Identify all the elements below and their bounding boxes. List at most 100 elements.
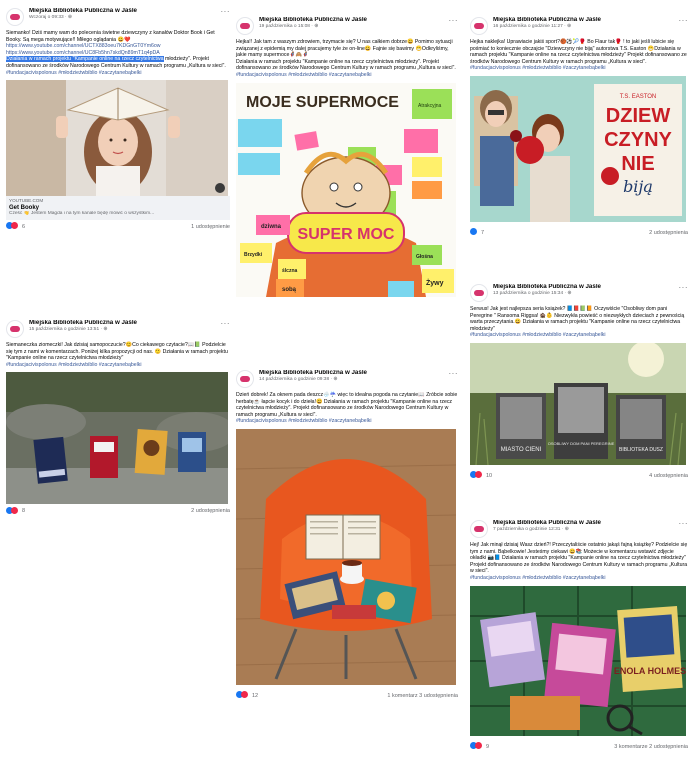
post-footer: 8 2 udostępnienia bbox=[6, 504, 230, 518]
project-note: Działania w ramach projektu "Kampanie on… bbox=[236, 58, 456, 72]
love-icon bbox=[475, 471, 482, 479]
youtube-link[interactable]: https://www.youtube.com/channel/UCTX883o… bbox=[6, 43, 230, 50]
love-icon bbox=[475, 742, 482, 750]
video-thumbnail[interactable] bbox=[6, 80, 228, 197]
hashtags[interactable]: #fundacjacivispolonus #młodzieżwbiblio #… bbox=[236, 72, 458, 79]
post-date[interactable]: 13 października o godzinie 15:34 · ⊕ bbox=[493, 291, 674, 297]
library-logo-icon bbox=[10, 326, 20, 332]
books-in-grass-photo: MIASTO CIENI OSOBLIWY DOM PANI PEREGRINE… bbox=[470, 342, 686, 465]
page-avatar[interactable] bbox=[236, 370, 254, 388]
reactions[interactable]: 9 bbox=[470, 742, 489, 751]
library-logo-icon bbox=[10, 14, 20, 20]
reaction-count: 8 bbox=[22, 508, 26, 515]
page-avatar[interactable] bbox=[470, 520, 488, 538]
post-footer: 9 3 komentarze 2 udostępnienia bbox=[470, 740, 688, 754]
post-message: Siemanko! Dziś mamy wam do polecenia świ… bbox=[6, 30, 215, 43]
link-description: Cześć 👋 Jestem Magda i na tym kanale będ… bbox=[9, 211, 155, 217]
more-options-icon[interactable]: ··· bbox=[449, 17, 459, 25]
sticky-note: dziwna bbox=[261, 224, 282, 230]
sticky-note: Brzydki bbox=[244, 252, 263, 258]
comments-and-shares[interactable]: 3 komentarze 2 udostępnienia bbox=[614, 744, 688, 750]
post-date[interactable]: 16 października o godzinie 11:27 · ⊕ bbox=[493, 24, 674, 30]
post-date[interactable]: 19 października o 15:08 · ⊕ bbox=[259, 24, 444, 30]
post-photo[interactable]: T.S. EASTON DZIEW CZYNY NIE biją bbox=[470, 75, 686, 222]
comments-and-shares[interactable]: 1 komentarz 3 udostępnienia bbox=[387, 693, 458, 699]
post-message: Dzień dobrek! Za oknem pada deszcz🌧️☔ wi… bbox=[236, 392, 458, 418]
post-date[interactable]: 14 października o godzinie 09:38 · ⊕ bbox=[259, 377, 444, 383]
post-text: Serwus! Jak jest najlepsza seria książek… bbox=[470, 306, 688, 339]
page-name[interactable]: Miejska Biblioteka Publiczna w Jaśle bbox=[259, 17, 444, 23]
page-avatar[interactable] bbox=[6, 8, 24, 26]
hashtags[interactable]: #fundacjacivispolonus #młodzieżwbiblio #… bbox=[6, 70, 230, 77]
post-header: Miejska Biblioteka Publiczna w Jaśle 7 p… bbox=[470, 520, 688, 542]
hashtags[interactable]: #fundacjacivispolonus #młodzieżwbiblio #… bbox=[470, 65, 688, 72]
post-photo[interactable] bbox=[236, 428, 456, 685]
share-count[interactable]: 1 udostępnienie bbox=[191, 224, 230, 230]
reactions[interactable]: 10 bbox=[470, 471, 492, 480]
more-options-icon[interactable]: ··· bbox=[679, 284, 689, 292]
share-count[interactable]: 2 udostępnienia bbox=[649, 230, 688, 236]
post-photo[interactable]: ENOLA HOLMES bbox=[470, 585, 686, 736]
post-card: Miejska Biblioteka Publiczna w Jaśle 19 … bbox=[236, 17, 458, 337]
armchair-with-books-photo bbox=[236, 428, 456, 685]
more-options-icon[interactable]: ··· bbox=[449, 370, 459, 378]
like-icon bbox=[470, 228, 477, 236]
post-text: Hejka naklejka! Uprawiacie jakiś sport?🏀… bbox=[470, 39, 688, 72]
post-photo[interactable]: MOJE SUPERMOCE Atrakcyjna SUPER MOC dziw… bbox=[236, 82, 456, 297]
page-avatar[interactable] bbox=[6, 320, 24, 338]
more-options-icon[interactable]: ··· bbox=[679, 520, 689, 528]
post-header: Miejska Biblioteka Publiczna w Jaśle 15 … bbox=[6, 320, 230, 342]
post-date[interactable]: 15 października o godzinie 13:51 · ⊕ bbox=[29, 327, 216, 333]
youtube-link[interactable]: https://www.youtube.com/channel/UC8Fb5hn… bbox=[6, 50, 230, 57]
link-preview[interactable]: YOUTUBE.COM Get Booky Cześć 👋 Jestem Mag… bbox=[6, 196, 230, 220]
page-name[interactable]: Miejska Biblioteka Publiczna w Jaśle bbox=[493, 520, 674, 526]
page-name[interactable]: Miejska Biblioteka Publiczna w Jaśle bbox=[493, 284, 674, 290]
more-options-icon[interactable]: ··· bbox=[679, 17, 689, 25]
page-avatar[interactable] bbox=[236, 17, 254, 35]
page-avatar[interactable] bbox=[470, 17, 488, 35]
reaction-count: 9 bbox=[486, 743, 490, 750]
post-text: Siemanko! Dziś mamy wam do polecenia świ… bbox=[6, 30, 230, 76]
post-text: Hejka!! Jak tam z waszym zdrowiem, trzym… bbox=[236, 39, 458, 79]
post-text: Dzień dobrek! Za oknem pada deszcz🌧️☔ wi… bbox=[236, 392, 458, 425]
book-title: biją bbox=[623, 177, 653, 196]
page-name[interactable]: Miejska Biblioteka Publiczna w Jaśle bbox=[493, 17, 674, 23]
reactions[interactable]: 8 bbox=[6, 506, 26, 516]
book-title: OSOBLIWY DOM PANI PEREGRINE bbox=[548, 441, 615, 446]
post-footer: 12 1 komentarz 3 udostępnienia bbox=[236, 689, 458, 703]
share-count[interactable]: 4 udostępnienia bbox=[649, 473, 688, 479]
hashtags[interactable]: #fundacjacivispolonus #młodzieżwbiblio #… bbox=[6, 362, 230, 369]
more-options-icon[interactable]: ··· bbox=[221, 8, 231, 16]
poster-center-text: SUPER MOC bbox=[298, 226, 395, 243]
page-name[interactable]: Miejska Biblioteka Publiczna w Jaśle bbox=[259, 370, 444, 376]
book-title: CZYNY bbox=[604, 129, 672, 151]
page-avatar[interactable] bbox=[470, 284, 488, 302]
hashtags[interactable]: #fundacjacivispolonus #młodzieżwbiblio #… bbox=[470, 575, 688, 582]
books-on-rocks-photo bbox=[6, 372, 228, 505]
reactions[interactable]: 6 bbox=[6, 222, 25, 231]
post-card: Miejska Biblioteka Publiczna w Jaśle 13 … bbox=[470, 284, 688, 504]
sticky-note: Atrakcyjna bbox=[418, 103, 442, 109]
books-on-crates-photo: ENOLA HOLMES bbox=[470, 585, 686, 736]
post-header: Miejska Biblioteka Publiczna w Jaśle Wcz… bbox=[6, 8, 230, 30]
reaction-count: 12 bbox=[252, 692, 259, 699]
post-header: Miejska Biblioteka Publiczna w Jaśle 19 … bbox=[236, 17, 458, 39]
page-name[interactable]: Miejska Biblioteka Publiczna w Jaśle bbox=[29, 320, 216, 326]
library-logo-icon bbox=[474, 526, 484, 532]
post-photo[interactable]: MIASTO CIENI OSOBLIWY DOM PANI PEREGRINE… bbox=[470, 342, 686, 465]
share-count[interactable]: 2 udostępnienia bbox=[191, 508, 230, 514]
page-name[interactable]: Miejska Biblioteka Publiczna w Jaśle bbox=[29, 8, 216, 14]
post-date[interactable]: Wczoraj o 09:33 · ⊕ bbox=[29, 15, 216, 21]
post-date[interactable]: 7 października o godzinie 12:31 · ⊕ bbox=[493, 527, 674, 533]
post-text: Hej! Jak minął dzisiaj Wasz dzień?! Prze… bbox=[470, 542, 688, 582]
post-card: Miejska Biblioteka Publiczna w Jaśle 16 … bbox=[470, 17, 688, 272]
selected-text: Działania w ramach projektu "Kampanie on… bbox=[6, 56, 164, 63]
post-photo[interactable] bbox=[6, 372, 228, 505]
more-options-icon[interactable]: ··· bbox=[221, 320, 231, 328]
hashtags[interactable]: #fundacjacivispolonus #młodzieżwbiblio #… bbox=[236, 418, 458, 425]
hashtags[interactable]: #fundacjacivispolonus #młodzieżwbiblio #… bbox=[470, 332, 688, 339]
post-message: Hejka naklejka! Uprawiacie jakiś sport?🏀… bbox=[470, 39, 687, 65]
reactions[interactable]: 7 bbox=[470, 228, 484, 237]
post-card: Miejska Biblioteka Publiczna w Jaśle 14 … bbox=[236, 370, 458, 730]
reactions[interactable]: 12 bbox=[236, 691, 258, 700]
